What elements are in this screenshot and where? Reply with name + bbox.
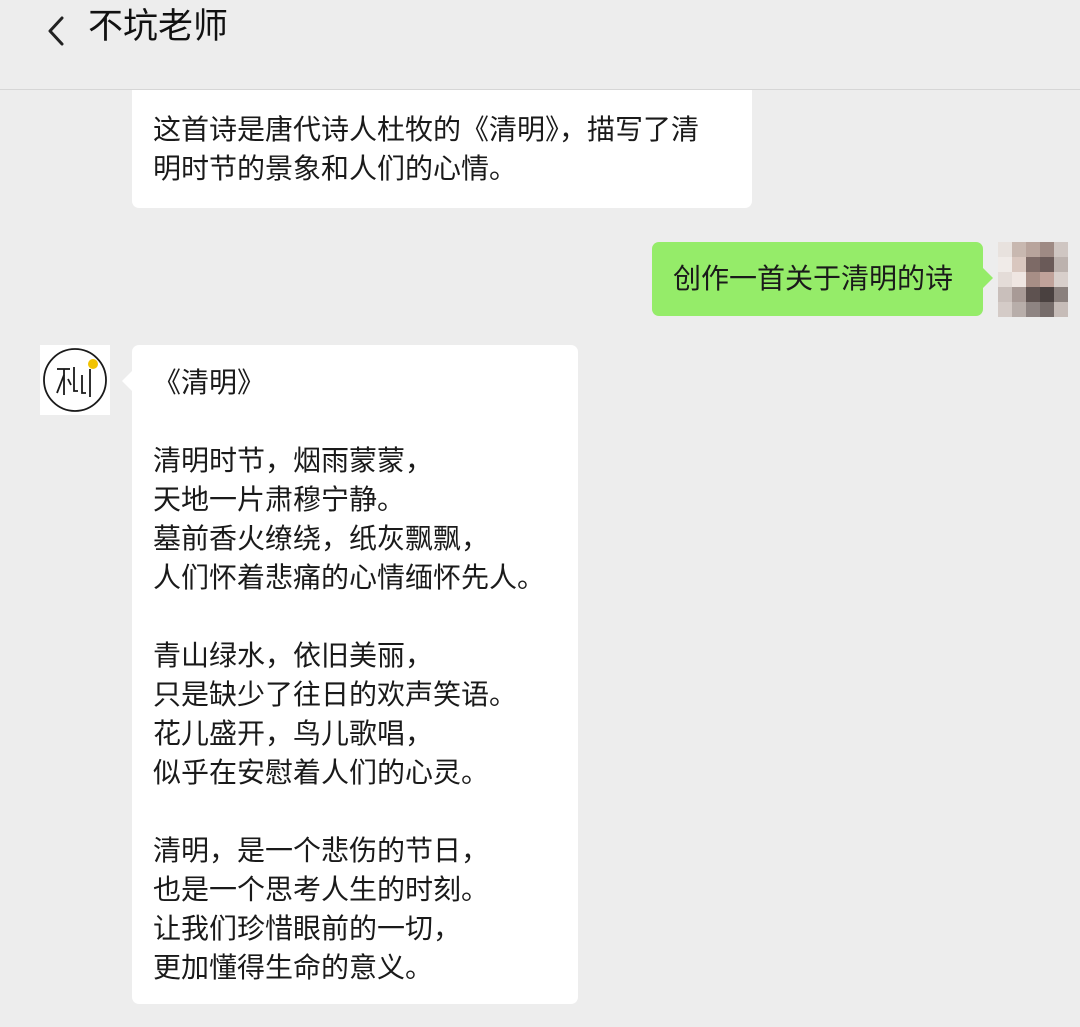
user-avatar[interactable] bbox=[998, 242, 1068, 317]
poem-line: 只是缺少了往日的欢声笑语。 bbox=[153, 678, 518, 711]
poem-line: 更加懂得生命的意义。 bbox=[153, 951, 434, 984]
poem-line: 墓前香火缭绕，纸灰飘飘， bbox=[153, 522, 490, 555]
message-bubble-reply[interactable]: 《清明》 清明时节，烟雨蒙蒙， 天地一片肃穆宁静。 墓前香火缭绕，纸灰飘飘， 人… bbox=[122, 345, 578, 1004]
message-text-line: 这首诗是唐代诗人杜牧的《清明》，描写了清 bbox=[153, 113, 700, 146]
poem-line: 天地一片肃穆宁静。 bbox=[153, 483, 406, 516]
message-bubble-previous[interactable]: 这首诗是唐代诗人杜牧的《清明》，描写了清 明时节的景象和人们的心情。 bbox=[132, 90, 752, 208]
chevron-left-icon bbox=[48, 16, 64, 46]
poem-line: 清明，是一个悲伤的节日， bbox=[153, 834, 490, 867]
chat-title: 不坑老师 bbox=[88, 7, 229, 47]
back-button[interactable] bbox=[30, 4, 80, 54]
poem-spacer bbox=[153, 597, 558, 636]
poem-title: 《清明》 bbox=[153, 366, 266, 399]
message-bubble-user[interactable]: 创作一首关于清明的诗 bbox=[652, 242, 993, 316]
poem-spacer bbox=[153, 402, 558, 441]
chat-header: 不坑老师 bbox=[0, 0, 1080, 90]
poem-line: 青山绿水，依旧美丽， bbox=[153, 639, 434, 672]
user-message-text: 创作一首关于清明的诗 bbox=[673, 262, 954, 295]
bot-avatar[interactable] bbox=[40, 345, 110, 415]
poem-line: 也是一个思考人生的时刻。 bbox=[153, 873, 490, 906]
poem-line: 让我们珍惜眼前的一切， bbox=[153, 912, 462, 945]
bot-logo-icon bbox=[43, 348, 107, 412]
poem-line: 清明时节，烟雨蒙蒙， bbox=[153, 444, 434, 477]
poem-line: 人们怀着悲痛的心情缅怀先人。 bbox=[153, 561, 546, 594]
poem-line: 似乎在安慰着人们的心灵。 bbox=[153, 756, 490, 789]
poem-line: 花儿盛开，鸟儿歌唱， bbox=[153, 717, 434, 750]
poem-spacer bbox=[153, 792, 558, 831]
user-avatar-image bbox=[998, 242, 1068, 317]
message-text-line: 明时节的景象和人们的心情。 bbox=[153, 152, 518, 185]
